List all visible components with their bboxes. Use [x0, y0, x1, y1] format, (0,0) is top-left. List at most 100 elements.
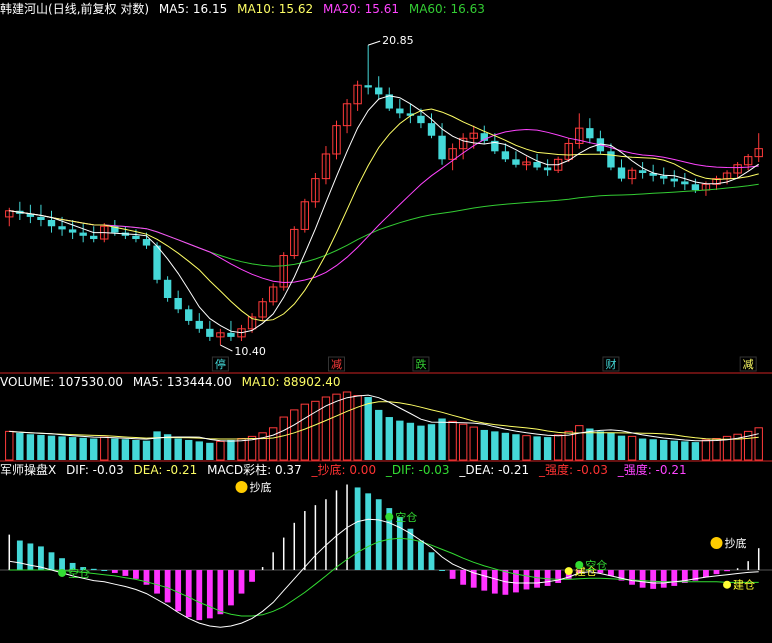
- volume-value: VOLUME: 107530.00: [0, 375, 123, 389]
- clear-marker: 空仓: [585, 558, 607, 572]
- volume-ma10: MA10: 88902.40: [241, 375, 341, 389]
- macd-bar: [491, 570, 498, 594]
- macd-bar: [272, 552, 274, 570]
- volume-header: VOLUME: 107530.00 MA5: 133444.00 MA10: 8…: [0, 375, 347, 389]
- volume-bar: [458, 423, 468, 461]
- candle-body: [47, 219, 56, 227]
- macd-bar: [16, 540, 23, 570]
- candle-body: [427, 123, 436, 136]
- build-marker-dot: [723, 580, 732, 589]
- volume-bar: [638, 438, 647, 460]
- macd-bar: [59, 558, 65, 570]
- volume-bar: [406, 422, 415, 460]
- macd-bar: [365, 493, 372, 570]
- volume-ma5: MA5: 133444.00: [132, 375, 232, 389]
- volume-bar: [227, 439, 235, 460]
- macd-bar: [747, 561, 749, 570]
- dea2-value: _DEA: -0.21: [459, 463, 530, 477]
- volume-bar: [543, 437, 552, 460]
- macd-bar: [261, 567, 264, 570]
- clear-marker-dot: [58, 568, 67, 577]
- volume-bar: [47, 435, 56, 460]
- macd-bar: [175, 570, 182, 612]
- stock-chart: 20.8510.40停减跌财减空仓建仓空仓建仓空仓建仓抄底抄底 韩建河山(日线,…: [0, 0, 772, 639]
- macd-bar: [396, 516, 403, 570]
- candle-body: [375, 87, 383, 95]
- volume-bar: [607, 432, 615, 460]
- event-tag: 减: [331, 358, 342, 371]
- volume-bar: [121, 439, 130, 460]
- clear-marker: 空仓: [68, 566, 90, 580]
- qiangdu1-value: _强度: -0.03: [538, 463, 608, 477]
- macd-bar: [164, 570, 171, 603]
- candle-body: [132, 235, 140, 240]
- volume-bar: [174, 438, 182, 460]
- macd-bar: [249, 570, 255, 582]
- macd-bar: [228, 570, 234, 606]
- bottom-signal-face: [235, 481, 248, 493]
- candle-body: [681, 181, 689, 185]
- dif-line: [9, 518, 759, 628]
- volume-bar: [37, 434, 45, 460]
- ma20-line: [9, 128, 759, 284]
- candle-body: [638, 170, 647, 174]
- macd-bar: [439, 570, 445, 571]
- qiangdu2-value: _强度: -0.21: [617, 463, 687, 477]
- volume-bar: [300, 403, 310, 461]
- volume-bar: [68, 437, 77, 460]
- macd-bar: [428, 552, 435, 570]
- volume-bar: [712, 438, 721, 461]
- volume-bar: [660, 439, 668, 460]
- volume-bar: [691, 442, 700, 460]
- volume-bar: [491, 431, 499, 460]
- candle-body: [185, 309, 193, 321]
- volume-bar: [353, 395, 362, 461]
- volume-bar: [417, 425, 425, 460]
- candle-body: [586, 128, 594, 139]
- candle-body: [512, 159, 520, 165]
- candle-body: [617, 167, 626, 179]
- volume-bar: [438, 418, 446, 460]
- macd-bar: [544, 570, 551, 586]
- volume-bar: [575, 425, 584, 461]
- clear-marker-dot: [575, 560, 584, 569]
- clear-marker: 空仓: [395, 510, 417, 524]
- chart-svg[interactable]: 20.8510.40停减跌财减空仓建仓空仓建仓空仓建仓抄底抄底: [0, 0, 772, 639]
- volume-bar: [332, 393, 341, 461]
- candle-body: [58, 226, 66, 230]
- volume-bar: [375, 409, 383, 460]
- macd-bar: [282, 537, 285, 570]
- volume-bar: [501, 432, 510, 460]
- volume-bar: [512, 434, 520, 460]
- macd-bar: [8, 534, 11, 570]
- volume-bar: [195, 441, 203, 460]
- bottom-signal-face: [710, 537, 723, 549]
- macd-bar: [724, 570, 730, 572]
- high-price-label: 20.85: [382, 34, 414, 47]
- volume-bar: [185, 439, 193, 460]
- volume-bar: [216, 440, 225, 461]
- ma10-value: MA10: 15.62: [237, 2, 314, 16]
- macd-bar: [660, 570, 667, 588]
- volume-bar: [268, 427, 278, 461]
- volume-bar: [427, 424, 436, 460]
- macd-bar: [629, 570, 635, 585]
- event-tag: 停: [215, 357, 226, 371]
- build-marker: 建仓: [733, 578, 755, 592]
- candle-body: [417, 115, 425, 124]
- volume-bar: [364, 397, 372, 460]
- dea-line: [9, 537, 759, 617]
- macd-bar: [133, 570, 139, 579]
- volume-bar: [290, 409, 299, 461]
- candle-body: [501, 151, 510, 160]
- volume-bar: [617, 435, 626, 460]
- volume-bar: [5, 430, 14, 461]
- dea-value: DEA: -0.21: [133, 463, 198, 477]
- candle-body: [691, 184, 700, 191]
- volume-bar: [153, 431, 161, 460]
- ma5-value: MA5: 16.15: [158, 2, 228, 16]
- high-leader: [368, 40, 381, 46]
- macd-bar: [101, 570, 108, 571]
- ma10-line: [9, 108, 759, 322]
- macd-bar: [736, 568, 739, 570]
